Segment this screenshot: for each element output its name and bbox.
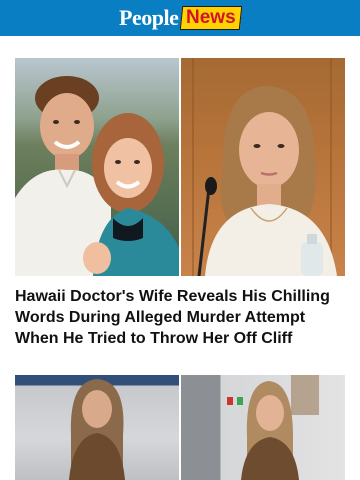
booking-photo-left [15, 375, 179, 480]
couple-photo [15, 58, 179, 276]
article-headline[interactable]: Hawaii Doctor's Wife Reveals His Chillin… [15, 286, 350, 349]
booking-photo-right [181, 375, 345, 480]
logo-people-text: People [119, 5, 179, 30]
logo-news-text: News [186, 7, 236, 28]
second-article-images[interactable] [15, 375, 345, 480]
people-news-logo[interactable]: People News [119, 0, 243, 36]
lead-article-images[interactable] [15, 58, 345, 276]
logo-news-badge: News [180, 6, 243, 30]
courtroom-photo [181, 58, 345, 276]
top-bar: People News [0, 0, 360, 36]
